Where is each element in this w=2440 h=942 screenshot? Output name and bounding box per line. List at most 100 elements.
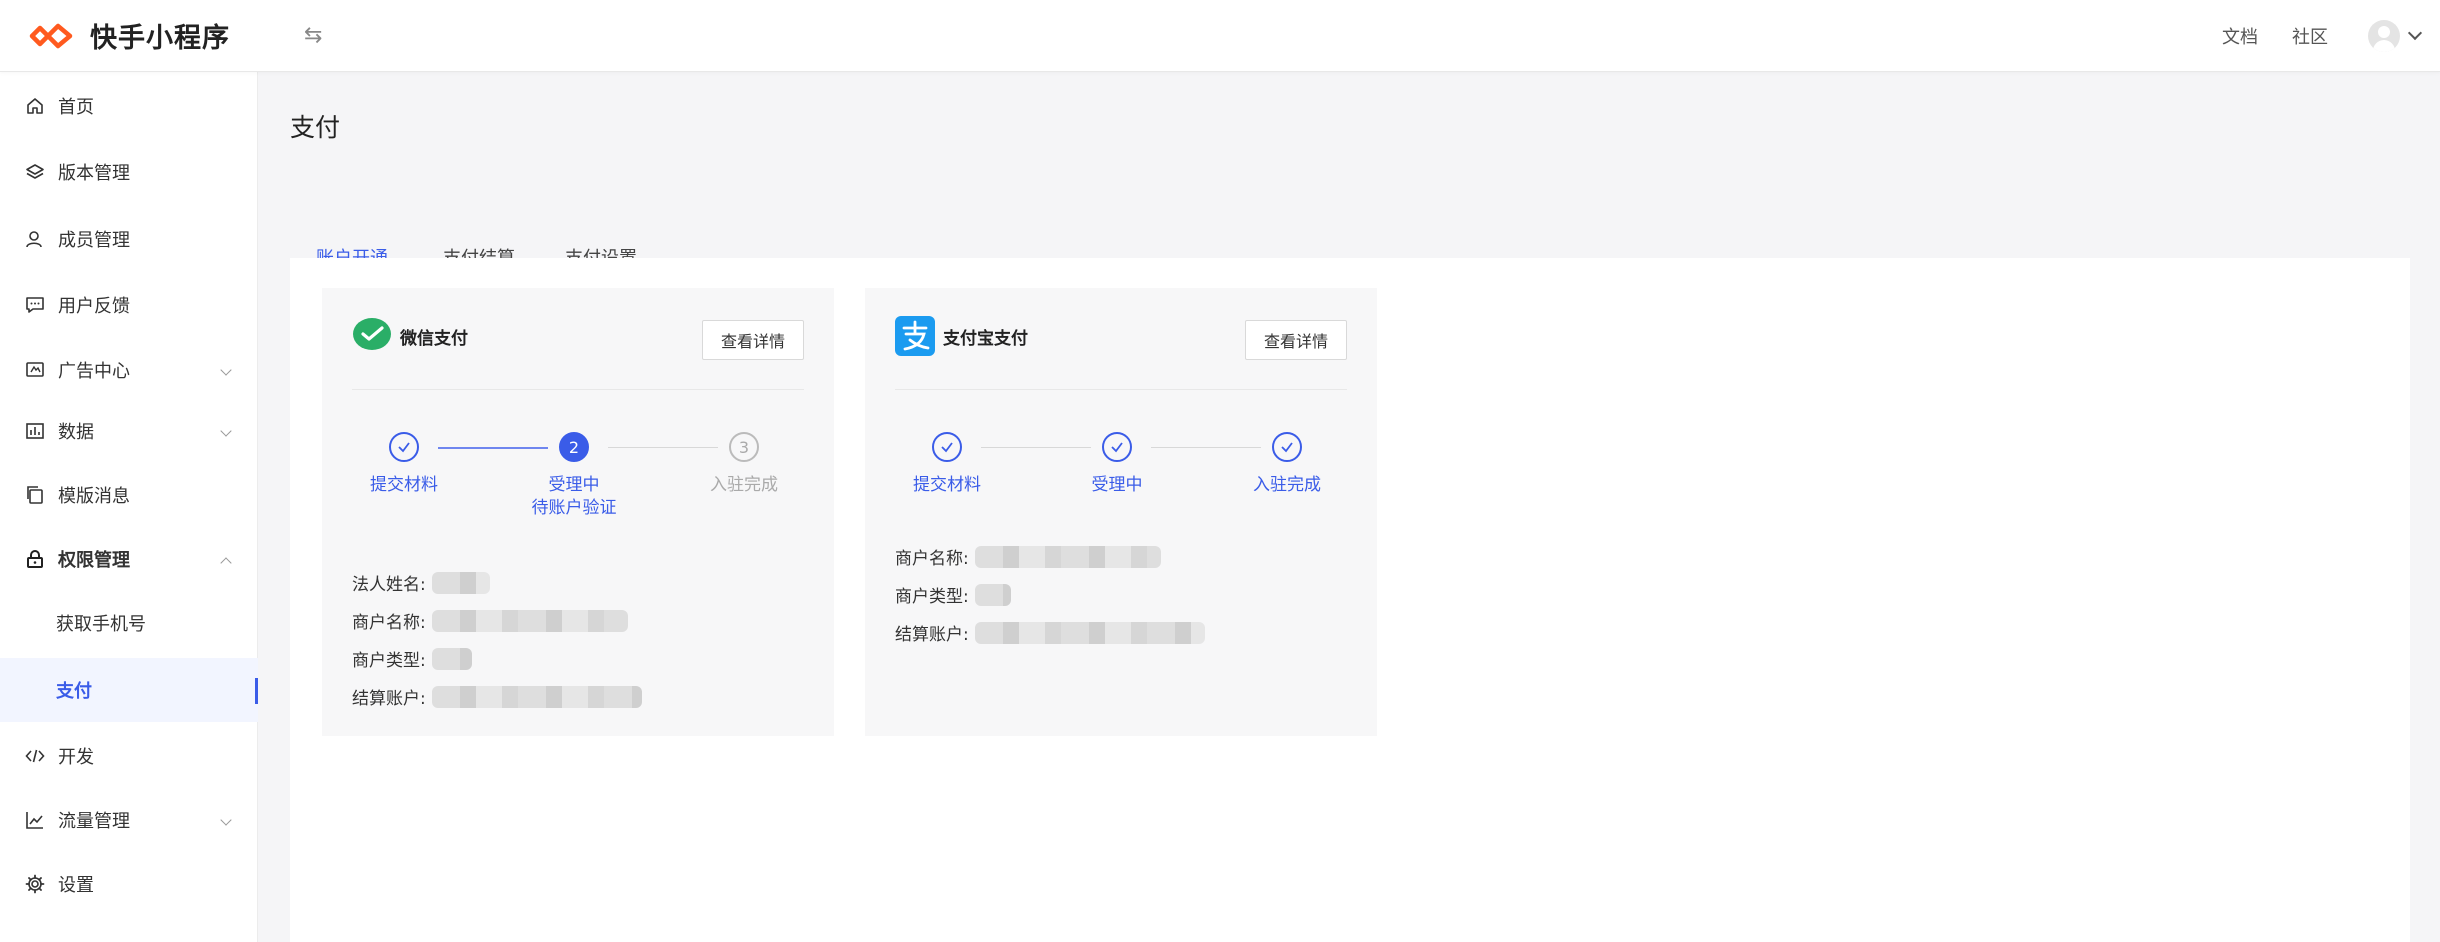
- step-done-circle: [1272, 432, 1302, 462]
- blurred-value: [431, 571, 490, 594]
- card-header: 微信支付: [352, 316, 468, 356]
- sidebar-item-get-phone[interactable]: 获取手机号: [0, 591, 258, 655]
- check-icon: [1111, 442, 1123, 453]
- header-right: 文档 社区: [2222, 19, 2423, 52]
- field-label: 法人姓名:: [352, 575, 426, 595]
- sidebar-item-label: 权限管理: [58, 550, 130, 571]
- sidebar-item-label: 数据: [58, 422, 94, 443]
- field-label: 结算账户:: [352, 689, 426, 709]
- user-icon: [24, 228, 46, 250]
- chevron-down-icon: [220, 364, 232, 376]
- kuaishou-logo-icon: [29, 23, 73, 48]
- sidebar-item-templates[interactable]: 模版消息: [0, 463, 258, 527]
- field-label: 商户名称:: [352, 613, 426, 633]
- sidebar-item-permissions[interactable]: 权限管理: [0, 527, 258, 591]
- sidebar-item-label: 模版消息: [58, 486, 130, 507]
- chevron-down-icon: [220, 814, 232, 826]
- step-label-sub: 待账户验证: [531, 498, 617, 518]
- alipay-card: 支付宝支付 查看详情 提交材料 受理中 入驻完成 商户名称: 商户类型: 结算账…: [865, 288, 1377, 736]
- avatar[interactable]: [2368, 19, 2400, 52]
- card-title: 微信支付: [400, 328, 468, 349]
- sidebar-item-home[interactable]: 首页: [0, 74, 258, 138]
- chevron-down-icon: [220, 425, 232, 437]
- step-label: 入驻完成: [1253, 475, 1321, 495]
- check-icon: [398, 442, 410, 453]
- community-link[interactable]: 社区: [2292, 23, 2328, 49]
- sidebar-item-settings[interactable]: 设置: [0, 852, 258, 916]
- step-connector: [438, 447, 548, 449]
- sidebar-item-data[interactable]: 数据: [0, 399, 258, 463]
- swap-arrows-icon[interactable]: ⇆: [304, 23, 322, 48]
- step-connector: [608, 447, 718, 448]
- brand-logo[interactable]: 快手小程序: [26, 16, 230, 55]
- sidebar-item-label: 获取手机号: [56, 614, 146, 635]
- step-current-circle: 2: [559, 432, 589, 462]
- blurred-value: [974, 583, 1011, 606]
- info-row: 商户类型:: [895, 582, 1011, 607]
- home-icon: [24, 95, 46, 117]
- step-connector: [981, 447, 1091, 448]
- sidebar-item-label: 成员管理: [58, 230, 130, 251]
- sidebar: 首页 版本管理 成员管理 用户反馈 广告中心 数据 模版消息 权限管理 获取手机…: [0, 72, 258, 942]
- sidebar-item-label: 广告中心: [58, 361, 130, 382]
- sidebar-item-versions[interactable]: 版本管理: [0, 140, 258, 204]
- gear-icon: [24, 873, 46, 895]
- step-label-main: 受理中: [548, 475, 600, 495]
- step-label: 提交材料: [370, 475, 438, 495]
- sidebar-item-label: 版本管理: [58, 163, 130, 184]
- step-done-circle: [389, 432, 419, 462]
- field-label: 商户名称:: [895, 549, 969, 569]
- step-done-circle: [932, 432, 962, 462]
- step-done-circle: [1102, 432, 1132, 462]
- main-content: 支付 账户开通 支付结算 支付设置 微信支付 查看详情: [258, 72, 2440, 942]
- step-label: 受理中: [1091, 475, 1143, 495]
- info-row: 商户名称:: [895, 544, 1161, 569]
- step-pending-circle: 3: [729, 432, 759, 462]
- trend-icon: [24, 809, 46, 831]
- divider: [352, 389, 804, 390]
- top-header: 快手小程序 ⇆ 文档 社区: [0, 0, 2440, 72]
- app-root: 快手小程序 ⇆ 文档 社区 首页 版本管理 成员管理 用户反馈 广告中心 数据 …: [0, 0, 2440, 942]
- payment-panel: 微信支付 查看详情 2 3 提交材料 受理中 待账户验证 入驻完成 法人姓名: …: [290, 258, 2410, 942]
- chevron-up-icon: [220, 557, 232, 569]
- ad-icon: [24, 359, 46, 381]
- message-icon: [24, 294, 46, 316]
- field-label: 商户类型:: [895, 587, 969, 607]
- card-title: 支付宝支付: [943, 328, 1028, 349]
- step-label: 提交材料: [913, 475, 981, 495]
- page-title: 支付: [290, 113, 341, 142]
- wechat-pay-card: 微信支付 查看详情 2 3 提交材料 受理中 待账户验证 入驻完成 法人姓名: …: [322, 288, 834, 736]
- step-label: 受理中 待账户验证: [494, 474, 654, 520]
- alipay-icon: [895, 316, 935, 356]
- sidebar-item-traffic[interactable]: 流量管理: [0, 788, 258, 852]
- sidebar-item-label: 流量管理: [58, 811, 130, 832]
- blurred-value: [974, 545, 1161, 568]
- card-header: 支付宝支付: [895, 316, 1028, 356]
- sidebar-item-payment[interactable]: 支付: [0, 658, 258, 722]
- step-label: 入驻完成: [710, 475, 778, 495]
- chevron-down-icon[interactable]: [2407, 25, 2423, 40]
- wechat-pay-icon: [353, 318, 391, 350]
- sidebar-item-members[interactable]: 成员管理: [0, 207, 258, 271]
- app-title: 快手小程序: [90, 23, 230, 54]
- docs-link[interactable]: 文档: [2222, 23, 2258, 49]
- view-details-button[interactable]: 查看详情: [1245, 320, 1347, 360]
- bar-chart-icon: [24, 420, 46, 442]
- sidebar-item-label: 设置: [58, 875, 94, 896]
- view-details-button[interactable]: 查看详情: [702, 320, 804, 360]
- sidebar-item-develop[interactable]: 开发: [0, 724, 258, 788]
- info-row: 商户类型:: [352, 646, 472, 671]
- divider: [895, 389, 1347, 390]
- step-connector: [1151, 447, 1261, 448]
- info-row: 商户名称:: [352, 608, 628, 633]
- field-label: 商户类型:: [352, 651, 426, 671]
- info-row: 结算账户:: [895, 620, 1205, 645]
- lock-icon: [24, 548, 46, 570]
- sidebar-item-feedback[interactable]: 用户反馈: [0, 273, 258, 337]
- sidebar-item-label: 开发: [58, 747, 94, 768]
- info-row: 结算账户:: [352, 684, 642, 709]
- blurred-value: [431, 647, 472, 670]
- sidebar-item-label: 首页: [58, 97, 94, 118]
- sidebar-item-ads[interactable]: 广告中心: [0, 338, 258, 402]
- check-icon: [941, 442, 953, 453]
